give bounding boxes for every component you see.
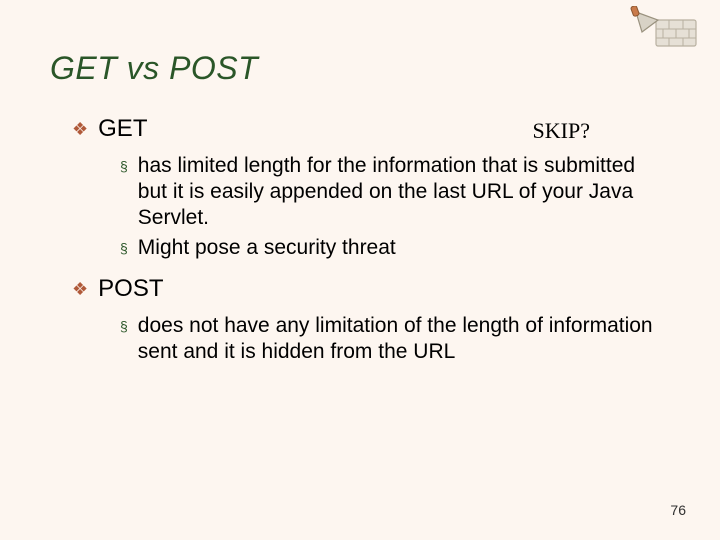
list-item: § has limited length for the information… xyxy=(120,153,670,231)
square-bullet-icon: § xyxy=(120,153,128,179)
diamond-bullet-icon: ❖ xyxy=(72,115,88,143)
section-post: ❖ POST § does not have any limitation of… xyxy=(72,275,670,365)
diamond-bullet-icon: ❖ xyxy=(72,275,88,303)
list-item-text: Might pose a security threat xyxy=(138,235,396,261)
list-item-text: does not have any limitation of the leng… xyxy=(138,313,670,365)
square-bullet-icon: § xyxy=(120,313,128,339)
get-item-list: § has limited length for the information… xyxy=(120,153,670,261)
list-item-text: has limited length for the information t… xyxy=(138,153,670,231)
list-item: § does not have any limitation of the le… xyxy=(120,313,670,365)
heading-post: ❖ POST xyxy=(72,275,670,303)
square-bullet-icon: § xyxy=(120,235,128,261)
page-number: 76 xyxy=(670,502,686,518)
heading-text: POST xyxy=(98,275,163,303)
list-item: § Might pose a security threat xyxy=(120,235,670,261)
slide-title: GET vs POST xyxy=(50,50,670,87)
skip-label: SKIP? xyxy=(533,118,590,144)
heading-text: GET xyxy=(98,115,147,143)
post-item-list: § does not have any limitation of the le… xyxy=(120,313,670,365)
slide: GET vs POST SKIP? ❖ GET § has limited le… xyxy=(0,0,720,540)
trowel-brick-icon xyxy=(630,6,700,54)
